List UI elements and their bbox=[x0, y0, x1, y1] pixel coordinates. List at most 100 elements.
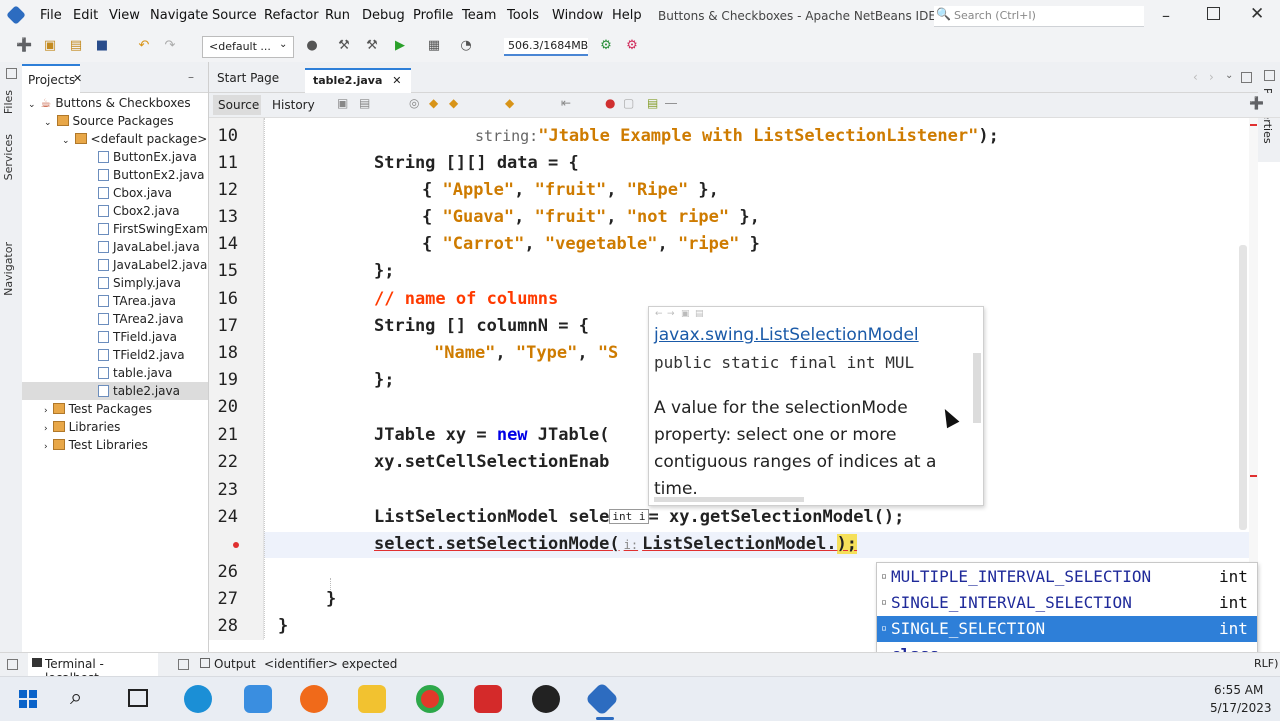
close-icon[interactable]: ✕ bbox=[73, 72, 82, 85]
clock-date[interactable]: 5/17/2023 bbox=[1210, 701, 1272, 715]
open-browser-icon[interactable]: ▣ bbox=[681, 309, 690, 319]
tab-scroll-left-icon[interactable]: ‹ bbox=[1193, 70, 1198, 84]
tree-file-row[interactable]: TField2.java bbox=[98, 346, 185, 364]
comment-icon[interactable]: ▤ bbox=[647, 96, 658, 110]
memory-indicator[interactable]: 506.3/1684MB bbox=[504, 38, 588, 56]
search-box[interactable]: 🔍 Search (Ctrl+I) bbox=[934, 6, 1144, 27]
tree-file-row[interactable]: TArea2.java bbox=[98, 310, 184, 328]
search-icon[interactable]: ⌕ bbox=[70, 685, 82, 710]
minimize-panel-icon[interactable]: – bbox=[188, 70, 194, 84]
undo-icon[interactable]: ↶ bbox=[136, 38, 152, 54]
config-select[interactable]: <default ... ⌄ bbox=[202, 36, 294, 58]
debug-icon[interactable]: ▦ bbox=[426, 38, 442, 54]
build-hammer-icon[interactable]: ⚒ bbox=[336, 38, 352, 54]
tree-source-packages[interactable]: ⌄ Source Packages bbox=[44, 112, 174, 130]
forward-icon[interactable]: → bbox=[667, 309, 675, 319]
javadoc-hscrollbar[interactable] bbox=[654, 497, 804, 502]
run-icon[interactable]: ▶ bbox=[392, 38, 408, 54]
tree-file-row[interactable]: JavaLabel2.java bbox=[98, 256, 207, 274]
menu-debug[interactable]: Debug bbox=[362, 8, 405, 23]
tree-file-row[interactable]: JavaLabel.java bbox=[98, 238, 200, 256]
redo-icon[interactable]: ↷ bbox=[162, 38, 178, 54]
tab-start-page[interactable]: Start Page ✕ bbox=[209, 68, 305, 105]
tree-file-row[interactable]: Simply.java bbox=[98, 274, 181, 292]
side-tab-navigator[interactable]: Navigator bbox=[2, 242, 15, 296]
tree-file-row[interactable]: ButtonEx2.java bbox=[98, 166, 204, 184]
close-window-button[interactable]: ✕ bbox=[1250, 4, 1264, 24]
macro-stop-icon[interactable]: ▢ bbox=[623, 96, 634, 110]
task-view-icon[interactable] bbox=[128, 689, 148, 707]
tab-table2-java[interactable]: table2.java ✕ bbox=[305, 68, 411, 94]
edge-browser-icon[interactable] bbox=[184, 685, 212, 713]
history-tab[interactable]: History bbox=[272, 98, 315, 112]
chrome-icon[interactable] bbox=[416, 685, 444, 713]
menu-edit[interactable]: Edit bbox=[73, 8, 98, 23]
app-blue-icon[interactable] bbox=[244, 685, 272, 713]
terminal-tab[interactable]: Terminal - localhost bbox=[28, 653, 158, 685]
editor-tool-icon[interactable]: ▤ bbox=[359, 96, 370, 110]
file-explorer-icon[interactable] bbox=[358, 685, 386, 713]
shift-left-icon[interactable]: ⇤ bbox=[561, 96, 571, 110]
editor-tool-icon[interactable]: ▣ bbox=[337, 96, 348, 110]
gc-stop-icon[interactable]: ⚙ bbox=[624, 38, 640, 54]
tree-file-row[interactable]: Cbox2.java bbox=[98, 202, 180, 220]
app-dark-icon[interactable] bbox=[532, 685, 560, 713]
minimize-button[interactable]: – bbox=[1162, 6, 1170, 25]
projects-tab[interactable]: Projects ✕ bbox=[22, 64, 82, 94]
tree-file-row[interactable]: ButtonEx.java bbox=[98, 148, 197, 166]
tree-file-row-selected[interactable]: table2.java bbox=[22, 382, 208, 400]
menu-navigate[interactable]: Navigate bbox=[150, 8, 208, 23]
globe-icon[interactable]: ● bbox=[304, 38, 320, 54]
menu-run[interactable]: Run bbox=[325, 8, 350, 23]
macro-record-icon[interactable]: ● bbox=[605, 96, 615, 110]
windows-start-icon[interactable] bbox=[19, 690, 37, 708]
maximize-button[interactable] bbox=[1207, 7, 1220, 20]
maximize-editor-icon[interactable] bbox=[1241, 72, 1252, 83]
firefox-icon[interactable] bbox=[300, 685, 328, 713]
menu-team[interactable]: Team bbox=[462, 8, 496, 23]
tree-file-row[interactable]: TArea.java bbox=[98, 292, 176, 310]
open-project-icon[interactable]: ▤ bbox=[68, 38, 84, 54]
javadoc-class-link[interactable]: javax.swing.ListSelectionModel bbox=[654, 325, 919, 345]
clock-time[interactable]: 6:55 AM bbox=[1214, 683, 1263, 697]
find-prev-icon[interactable]: ◆ bbox=[429, 96, 438, 110]
bookmark-icon[interactable]: ◆ bbox=[505, 96, 514, 110]
profile-icon[interactable]: ◔ bbox=[458, 38, 474, 54]
uncomment-icon[interactable]: ― bbox=[665, 96, 677, 110]
tree-file-row[interactable]: table.java bbox=[98, 364, 172, 382]
menu-view[interactable]: View bbox=[109, 8, 140, 23]
side-tab-services[interactable]: Services bbox=[2, 134, 15, 180]
gc-icon[interactable]: ⚙ bbox=[598, 38, 614, 54]
tree-file-row[interactable]: Cbox.java bbox=[98, 184, 172, 202]
tree-file-row[interactable]: FirstSwingExamp bbox=[98, 220, 208, 238]
tree-default-package[interactable]: ⌄ <default package> bbox=[62, 130, 207, 148]
side-tab-files[interactable]: Files bbox=[2, 90, 15, 114]
menu-profile[interactable]: Profile bbox=[413, 8, 453, 23]
output-tab[interactable]: Output bbox=[198, 653, 258, 677]
completion-item[interactable]: ▫ MULTIPLE_INTERVAL_SELECTION int bbox=[877, 564, 1257, 590]
new-project-icon[interactable]: ▣ bbox=[42, 38, 58, 54]
tab-scroll-right-icon[interactable]: › bbox=[1209, 70, 1214, 84]
menu-refactor[interactable]: Refactor bbox=[264, 8, 319, 23]
split-editor-icon[interactable]: ➕ bbox=[1249, 96, 1264, 110]
new-file-icon[interactable]: ➕ bbox=[16, 38, 32, 54]
editor-scrollbar[interactable] bbox=[1239, 245, 1247, 530]
app-red-icon[interactable] bbox=[474, 685, 502, 713]
find-next-icon[interactable]: ◆ bbox=[449, 96, 458, 110]
javadoc-scrollbar[interactable] bbox=[973, 353, 981, 423]
tab-list-icon[interactable]: ⌄ bbox=[1225, 70, 1233, 81]
menu-help[interactable]: Help bbox=[612, 8, 642, 23]
menu-window[interactable]: Window bbox=[552, 8, 603, 23]
save-all-icon[interactable]: ■ bbox=[94, 38, 110, 54]
tree-file-row[interactable]: TField.java bbox=[98, 328, 177, 346]
menu-source[interactable]: Source bbox=[212, 8, 257, 23]
back-icon[interactable]: ← bbox=[655, 309, 663, 319]
source-tab[interactable]: Source bbox=[213, 95, 261, 115]
tree-root-project[interactable]: ⌄ ☕ Buttons & Checkboxes bbox=[28, 94, 191, 112]
clean-build-icon[interactable]: ⚒ bbox=[364, 38, 380, 54]
completion-item[interactable]: ▫ SINGLE_INTERVAL_SELECTION int bbox=[877, 590, 1257, 616]
completion-item-selected[interactable]: ▫ SINGLE_SELECTION int bbox=[877, 616, 1257, 642]
open-source-icon[interactable]: ▤ bbox=[695, 309, 704, 319]
tree-test-libraries[interactable]: › Test Libraries bbox=[44, 436, 148, 454]
find-icon[interactable]: ◎ bbox=[409, 96, 419, 110]
